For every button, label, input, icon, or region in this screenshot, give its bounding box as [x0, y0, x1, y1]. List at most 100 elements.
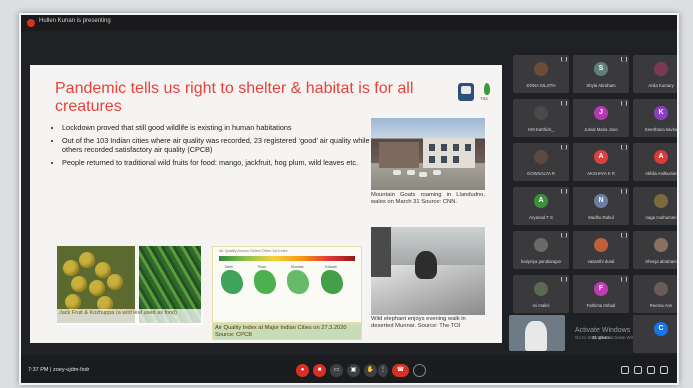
mic-icon — [561, 277, 567, 282]
participant-name: Anila Kumary — [648, 83, 674, 88]
city-map-shape — [254, 270, 276, 294]
participant-tile[interactable]: KM Karthick_ — [513, 99, 569, 137]
avatar — [654, 282, 668, 296]
presenting-bar: Hullen Kunan is presenting — [21, 15, 677, 31]
avatar — [534, 282, 548, 296]
activities-icon[interactable] — [660, 366, 668, 374]
participant-name: Reema Ann — [649, 303, 673, 308]
avatar: F — [594, 282, 608, 296]
participant-tile[interactable]: J Junial Maria Jose — [573, 99, 629, 137]
avatar — [654, 238, 668, 252]
camera-off-button[interactable]: ■ — [313, 364, 326, 377]
city-map-shape — [287, 270, 309, 294]
avatar — [534, 238, 548, 252]
bullet-item: Out of the 103 Indian cities where air q… — [62, 136, 382, 154]
bullet-item: Lockdown proved that still good wildlife… — [62, 123, 382, 132]
others-tile[interactable]: 21 others — [573, 315, 629, 353]
tss-logo: TSS — [480, 83, 494, 105]
participant-tile[interactable]: DONA SILJITH — [513, 55, 569, 93]
mic-icon — [561, 101, 567, 106]
mic-icon — [561, 233, 567, 238]
avatar: J — [594, 106, 608, 120]
aqi-chart-title: Air Quality Across Select Cities 1st Ind… — [219, 249, 288, 253]
mic-off-button[interactable]: ● — [296, 364, 309, 377]
participant-tile[interactable]: Anila Kumary — [633, 55, 677, 93]
chat-icon[interactable] — [647, 366, 655, 374]
avatar: A — [654, 150, 668, 164]
mic-icon — [561, 57, 567, 62]
participant-name: AKSHAYA K R — [587, 171, 615, 176]
participant-tile[interactable]: Reema Ann — [633, 275, 677, 313]
avatar — [654, 194, 668, 208]
mic-icon — [621, 101, 627, 106]
participant-name: Keerthana kavitu — [644, 127, 678, 132]
self-video-tile[interactable] — [509, 315, 565, 351]
raise-hand-button[interactable]: ✋ — [364, 364, 377, 377]
mic-icon — [621, 277, 627, 282]
participant-tile[interactable]: N Madhu Rahul — [573, 187, 629, 225]
aqi-caption: Air Quality Index at Major Indian Cities… — [212, 323, 362, 340]
participant-tile[interactable]: A AKSHAYA K R — [573, 143, 629, 181]
participant-tile[interactable]: haripriya pandiarajan — [513, 231, 569, 269]
slide-logos: TSS — [458, 83, 498, 105]
participant-tile[interactable]: K Keerthana kavitu — [633, 99, 678, 137]
participant-tile[interactable]: GOWSALYA R — [513, 143, 569, 181]
avatar: C — [654, 322, 668, 336]
slide-bullets: Lockdown proved that still good wildlife… — [48, 123, 382, 171]
participant-name: vasanthi dural — [587, 259, 615, 264]
people-icon[interactable] — [634, 366, 642, 374]
city-label: Mumbai — [291, 265, 304, 269]
mic-icon — [561, 145, 567, 150]
participant-name: Shyla Abraham — [586, 83, 616, 88]
avatar — [534, 150, 548, 164]
elephant-caption: Wild elephant enjoys evening walk in des… — [371, 316, 466, 329]
avatar: N — [594, 194, 608, 208]
avatar: K — [654, 106, 668, 120]
goats-photo — [371, 118, 485, 190]
participant-name: Fathima Irshad — [586, 303, 616, 308]
avatar: A — [534, 194, 548, 208]
city-label: Delhi — [225, 265, 233, 269]
participant-tile[interactable]: Sheeja abraham — [633, 231, 677, 269]
participant-tile[interactable]: C — [633, 315, 677, 353]
avatar — [594, 238, 608, 252]
participant-name: Madhu Rahul — [588, 215, 614, 220]
presentation-slide: Pandemic tells us right to shelter & hab… — [30, 65, 502, 343]
mic-icon — [621, 57, 627, 62]
participant-name: KM Karthick_ — [528, 127, 554, 132]
institution-logo — [458, 83, 474, 101]
participant-tile[interactable]: naga muthumari — [633, 187, 677, 225]
avatar — [654, 62, 668, 76]
bullet-item: People returned to traditional wild frui… — [62, 158, 382, 167]
end-call-button[interactable]: ☎ — [392, 364, 409, 377]
participant-tile[interactable]: F Fathima Irshad — [573, 275, 629, 313]
participant-tile[interactable]: A Aryanad T S — [513, 187, 569, 225]
participant-tile[interactable]: vasanthi dural — [573, 231, 629, 269]
reactions-button[interactable] — [413, 364, 426, 377]
participant-name: Akhila Anilkumar — [645, 171, 677, 176]
slide-title: Pandemic tells us right to shelter & hab… — [55, 80, 414, 115]
captions-button[interactable]: ▭ — [330, 364, 343, 377]
presenting-banner: Hullen Kunan is presenting — [39, 18, 111, 24]
participant-name: Sheeja abraham — [645, 259, 677, 264]
mic-icon — [621, 145, 627, 150]
goats-caption: Mountain Goats roaming in Llandudno, wal… — [371, 192, 485, 205]
aqi-scale-bar — [219, 256, 355, 261]
participant-name: GOWSALYA R — [526, 171, 555, 176]
presenting-dot-icon — [27, 19, 35, 27]
participant-tile[interactable]: S Shyla Abraham — [573, 55, 629, 93]
more-options-button[interactable]: ⋮ — [378, 364, 388, 377]
present-button[interactable]: ▣ — [347, 364, 360, 377]
city-map-shape — [321, 270, 343, 294]
elephant-photo — [371, 227, 485, 315]
participant-name: haripriya pandiarajan — [520, 259, 562, 264]
info-icon[interactable] — [621, 366, 629, 374]
participant-name: Junial Maria Jose — [584, 127, 618, 132]
participant-tile[interactable]: A Akhila Anilkumar — [633, 143, 677, 181]
avatar — [534, 62, 548, 76]
participant-tile[interactable]: sri malini — [513, 275, 569, 313]
participant-name: Aryanad T S — [529, 215, 553, 220]
aqi-chart-image: Air Quality Across Select Cities 1st Ind… — [212, 246, 362, 323]
participant-name: DONA SILJITH — [526, 83, 556, 88]
avatar: A — [594, 150, 608, 164]
